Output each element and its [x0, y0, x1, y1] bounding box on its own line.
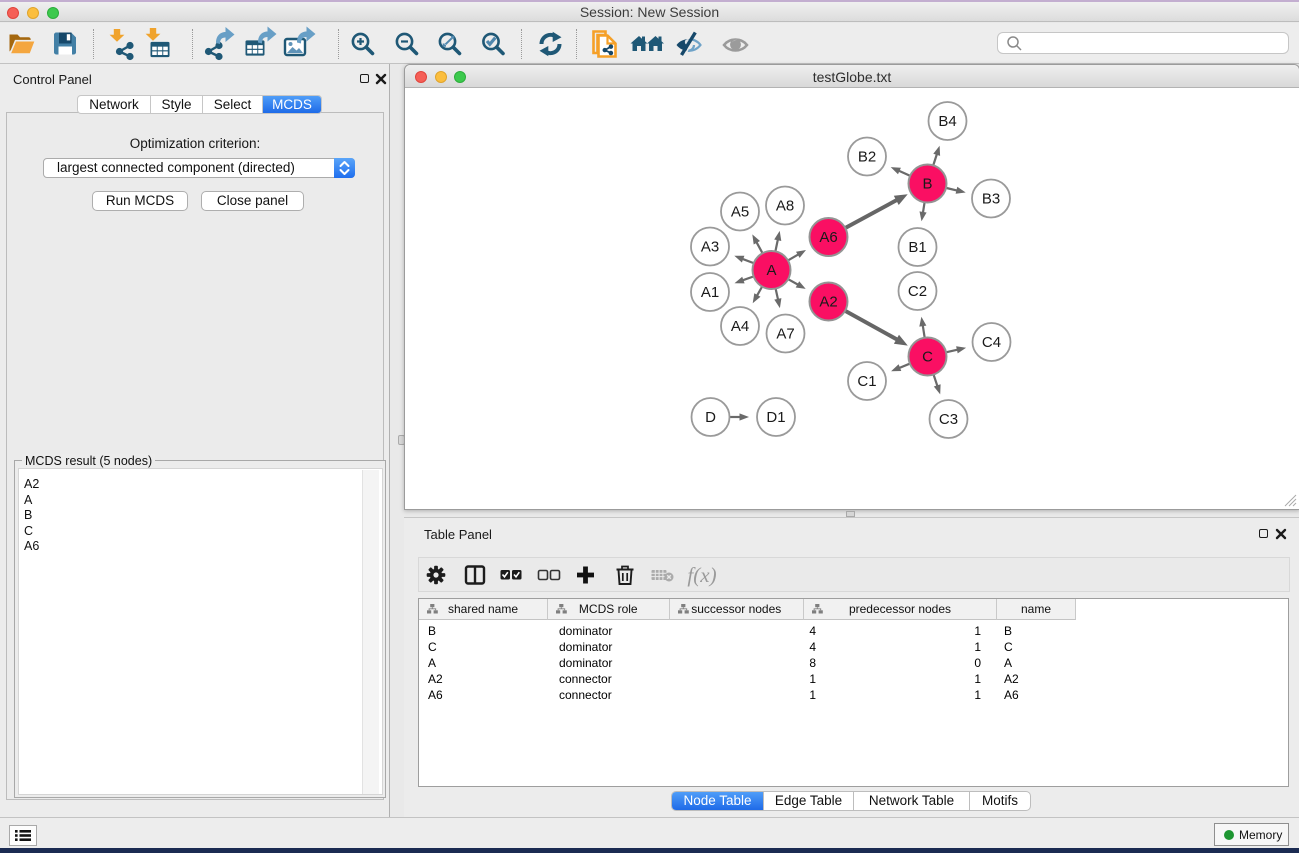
- svg-text:C: C: [922, 349, 933, 366]
- svg-text:B3: B3: [982, 191, 1000, 208]
- svg-text:f(x): f(x): [687, 563, 716, 587]
- svg-text:A1: A1: [701, 284, 719, 301]
- svg-text:C2: C2: [908, 283, 927, 300]
- svg-text:C3: C3: [939, 411, 958, 428]
- svg-text:A4: A4: [731, 318, 749, 335]
- svg-text:C4: C4: [982, 334, 1001, 351]
- svg-text:A2: A2: [819, 294, 837, 311]
- svg-text:B2: B2: [858, 149, 876, 166]
- svg-text:D1: D1: [766, 409, 785, 426]
- svg-text:B: B: [922, 176, 932, 193]
- svg-text:B1: B1: [908, 239, 926, 256]
- svg-text:A8: A8: [776, 198, 794, 215]
- svg-text:C1: C1: [857, 373, 876, 390]
- svg-text:B4: B4: [938, 113, 956, 130]
- svg-text:A6: A6: [819, 229, 837, 246]
- svg-text:A7: A7: [776, 326, 794, 343]
- svg-text:A3: A3: [701, 239, 719, 256]
- svg-text:D: D: [705, 409, 716, 426]
- svg-text:A5: A5: [731, 204, 749, 221]
- svg-text:A: A: [766, 262, 776, 279]
